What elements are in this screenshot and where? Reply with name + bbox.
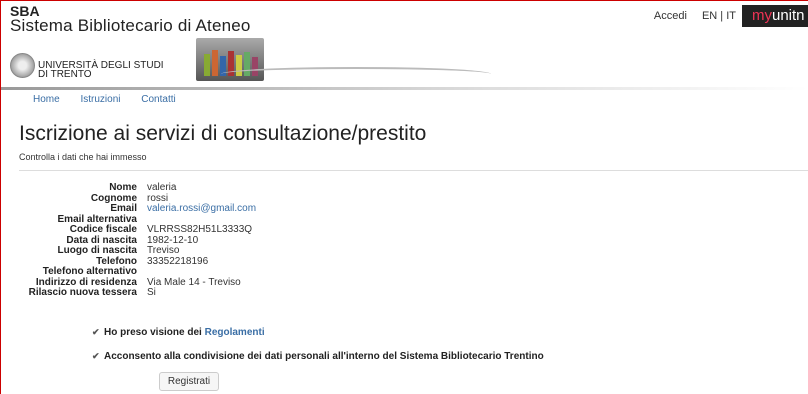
university-name-line2: DI TRENTO [38,69,92,80]
consent-regolamenti: ✔ Ho preso visione dei Regolamenti [92,327,265,338]
consent-data-sharing: ✔ Acconsento alla condivisione dei dati p… [92,351,544,362]
university-seal-icon [10,53,35,78]
system-name: Sistema Bibliotecario di Ateneo [10,16,251,35]
email-link[interactable]: valeria.rossi@gmail.com [147,203,256,215]
field-value: Via Male 14 - Treviso [147,276,241,288]
site-header: SBA Sistema Bibliotecario di Ateneo UNIV… [1,1,808,90]
field-label: Rilascio nuova tessera [28,287,137,298]
consent-data-sharing-text: Acconsento alla condivisione dei dati pe… [104,351,544,362]
field-value: Si [147,287,156,298]
field-value: VLRRSS82H51L3333Q [147,224,253,235]
field-value: valeria [147,182,177,193]
top-links: Accedi EN | IT [642,10,736,22]
language-switch[interactable]: EN | IT [702,10,736,22]
field-label: Telefono alternativo [42,266,137,277]
myunitn-prefix: my [752,7,772,24]
login-link[interactable]: Accedi [654,10,687,22]
university-name: UNIVERSITÀ DEGLI STUDI DI TRENTO [38,61,164,80]
page-title: Iscrizione ai servizi di consultazione/p… [19,122,427,145]
nav-home[interactable]: Home [33,94,60,105]
field-label: Nome [109,182,137,193]
field-label: Email [110,203,137,214]
field-label: Codice fiscale [69,224,137,235]
consent-regolamenti-text: Ho preso visione dei [104,327,205,338]
page-subtitle: Controlla i dati che hai immesso [19,152,147,162]
myunitn-suffix: unitn [772,7,805,24]
myunitn-button[interactable]: myunitn [742,5,808,27]
field-value: 33352218196 [147,255,209,267]
main-nav: Home Istruzioni Contatti [33,94,194,105]
header-divider [1,87,808,90]
checkbox-checked-icon[interactable]: ✔ [92,352,100,361]
nav-contatti[interactable]: Contatti [141,94,175,105]
regolamenti-link[interactable]: Regolamenti [205,327,265,338]
content-divider [19,170,808,171]
field-value: Treviso [147,245,180,256]
register-button[interactable]: Registrati [159,372,219,391]
checkbox-checked-icon[interactable]: ✔ [92,328,100,337]
nav-istruzioni[interactable]: Istruzioni [80,94,120,105]
header-swoosh [221,67,491,81]
field-label: Luogo di nascita [57,245,137,256]
